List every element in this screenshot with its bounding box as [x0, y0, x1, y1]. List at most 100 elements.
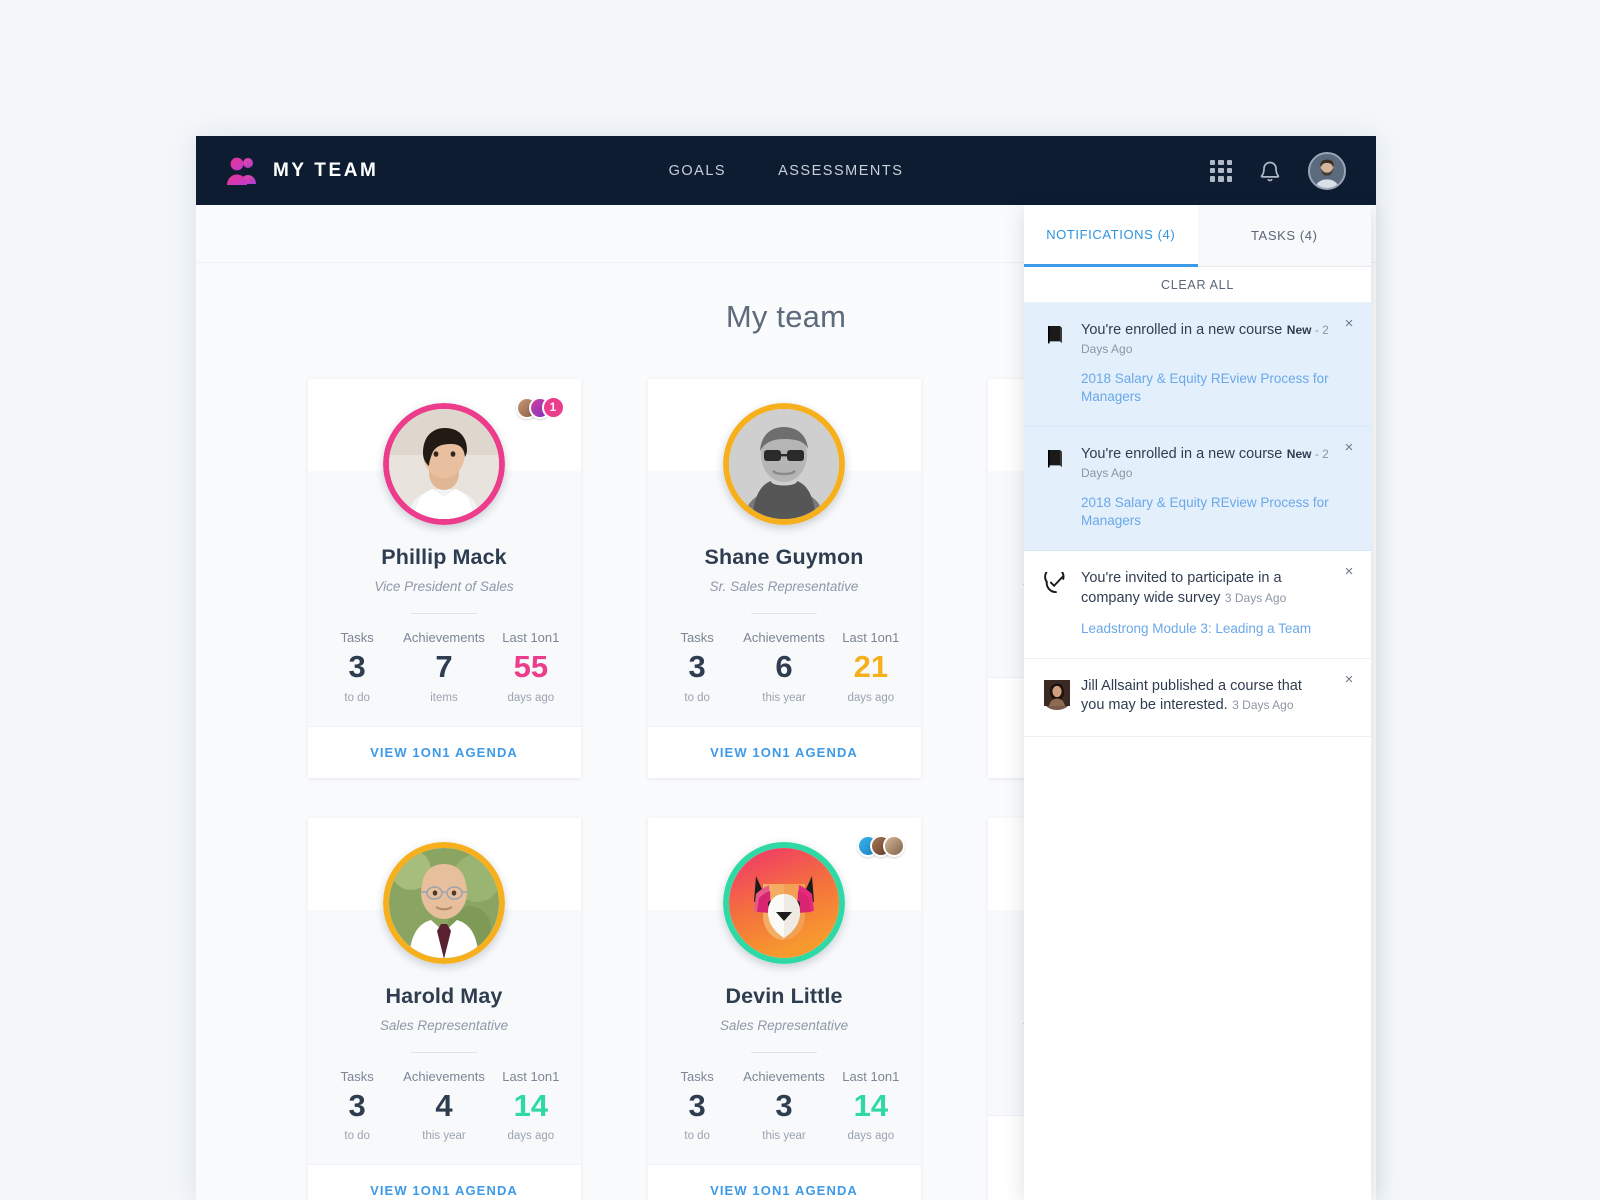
notifications-list: × You're enrolled in a new course New - … — [1024, 303, 1371, 1200]
stat-value: 4 — [435, 1087, 453, 1123]
clear-all-button[interactable]: CLEAR ALL — [1024, 267, 1371, 303]
brand-title: MY TEAM — [273, 159, 379, 181]
card-header — [647, 817, 921, 964]
screen-root: MY TEAM GOALS ASSESSMENTS My team 1 Phil… — [0, 0, 1600, 1200]
view-agenda-link[interactable]: VIEW 1ON1 AGENDA — [370, 1183, 518, 1198]
member-role: Sr. Sales Representative — [709, 579, 859, 594]
notification-item[interactable]: × Jill Allsaint published a course that — [1024, 659, 1371, 737]
stat-label: Achievements — [403, 1068, 485, 1084]
member-name: Shane Guymon — [704, 545, 864, 569]
bell-icon[interactable] — [1258, 158, 1282, 184]
member-photo — [383, 403, 505, 525]
user-avatar-icon — [1044, 677, 1070, 716]
view-agenda-link[interactable]: VIEW 1ON1 AGENDA — [710, 1183, 858, 1198]
stat-value: 21 — [853, 649, 889, 684]
notification-item[interactable]: × You're invited to participate in a com… — [1024, 551, 1371, 659]
card-header — [647, 379, 921, 525]
close-icon[interactable]: × — [1341, 671, 1357, 688]
stat-sub: days ago — [847, 691, 895, 704]
photo-image — [729, 409, 839, 519]
stat-sub: this year — [422, 1130, 466, 1143]
tab-tasks[interactable]: TASKS (4) — [1197, 205, 1371, 267]
stat-value: 3 — [688, 1087, 706, 1123]
brand[interactable]: MY TEAM — [226, 156, 378, 186]
photo-image — [389, 409, 499, 519]
member-card[interactable]: Shane Guymon Sr. Sales Representative Ta… — [647, 379, 921, 778]
view-agenda-link[interactable]: VIEW 1ON1 AGENDA — [370, 745, 518, 760]
apps-grid-icon[interactable] — [1210, 159, 1232, 182]
stat-label: Tasks — [680, 1068, 714, 1084]
member-card[interactable]: Harold May Sales Representative Tasks 3 … — [307, 817, 581, 1200]
stat-value: 3 — [348, 1087, 366, 1123]
card-header — [307, 817, 581, 964]
divider — [751, 1051, 817, 1053]
avatar-stack[interactable]: 1 — [515, 396, 565, 419]
book-icon — [1044, 321, 1068, 406]
member-stats: Tasks 3 to do Achievements 4 this year L… — [308, 1069, 581, 1143]
notification-link[interactable]: 2018 Salary & Equity REview Process for … — [1081, 494, 1329, 530]
card-header: 1 — [307, 379, 581, 525]
stat-sub: this year — [762, 691, 806, 704]
member-photo — [723, 841, 845, 964]
notification-meta: 3 Days Ago — [1232, 698, 1293, 712]
tab-notifications[interactable]: NOTIFICATIONS (4) — [1024, 205, 1198, 267]
profile-avatar[interactable] — [1308, 151, 1346, 190]
stat-sub: days ago — [507, 1130, 555, 1143]
stat-tasks: Tasks 3 to do — [655, 630, 739, 704]
member-role: Vice President of Sales — [374, 579, 514, 594]
member-card[interactable]: 1 Phillip Mack Vice President of Sales T… — [307, 379, 581, 778]
member-photo — [723, 403, 845, 525]
meta-separator: - — [1311, 447, 1323, 462]
close-icon[interactable]: × — [1341, 564, 1357, 580]
photo-image — [729, 847, 839, 958]
stat-value: 14 — [513, 1087, 549, 1123]
notification-content: You're enrolled in a new course New - 2 … — [1081, 321, 1329, 406]
stat-value: 6 — [775, 649, 793, 684]
avatar — [1044, 679, 1070, 710]
notification-item[interactable]: × You're enrolled in a new course New - … — [1024, 303, 1371, 428]
avatar-stack[interactable] — [856, 834, 905, 857]
notification-title: You're enrolled in a new course — [1081, 322, 1283, 338]
nav-link-goals[interactable]: GOALS — [669, 163, 726, 179]
stat-sub: this year — [762, 1130, 806, 1143]
stat-last-1on1: Last 1on1 21 days ago — [829, 630, 913, 704]
notifications-tabs: NOTIFICATIONS (4) TASKS (4) — [1024, 205, 1371, 267]
notification-link[interactable]: 2018 Salary & Equity REview Process for … — [1081, 370, 1329, 406]
stat-value: 55 — [513, 649, 549, 684]
divider — [751, 613, 817, 614]
notification-link[interactable]: Leadstrong Module 3: Leading a Team — [1081, 620, 1329, 638]
stat-label: Achievements — [743, 1068, 825, 1084]
stat-label: Achievements — [403, 630, 485, 645]
member-photo — [383, 841, 505, 964]
close-icon[interactable]: × — [1341, 440, 1357, 456]
member-name: Phillip Mack — [381, 545, 507, 569]
stat-sub: items — [430, 691, 458, 704]
view-agenda-link[interactable]: VIEW 1ON1 AGENDA — [710, 745, 858, 760]
check-circle-icon — [1044, 566, 1068, 638]
stat-achievements: Achievements 6 this year — [739, 630, 829, 704]
photo-image — [389, 847, 499, 958]
notification-item[interactable]: × You're enrolled in a new course New - … — [1024, 427, 1371, 552]
card-footer: VIEW 1ON1 AGENDA — [307, 725, 581, 778]
stat-label: Tasks — [340, 630, 374, 645]
notification-time: 3 Days Ago — [1232, 698, 1294, 713]
stat-last-1on1: Last 1on1 14 days ago — [489, 1069, 573, 1143]
member-card[interactable]: Devin Little Sales Representative Tasks … — [647, 817, 921, 1200]
stat-value: 7 — [435, 649, 453, 684]
stat-label: Tasks — [680, 630, 714, 645]
notification-meta: 3 Days Ago — [1225, 591, 1286, 605]
notification-content: Jill Allsaint published a course that yo… — [1081, 677, 1329, 716]
notification-content: You're enrolled in a new course New - 2 … — [1081, 445, 1329, 530]
member-role: Sales Representative — [379, 1017, 509, 1033]
stat-last-1on1: Last 1on1 55 days ago — [489, 630, 573, 704]
nav-link-assessments[interactable]: ASSESSMENTS — [778, 163, 903, 179]
close-icon[interactable]: × — [1341, 316, 1357, 332]
stack-avatar — [882, 834, 905, 857]
stat-achievements: Achievements 4 this year — [399, 1069, 489, 1143]
notification-title: You're enrolled in a new course — [1081, 446, 1283, 463]
divider — [411, 613, 477, 614]
notifications-panel: NOTIFICATIONS (4) TASKS (4) CLEAR ALL × … — [1024, 205, 1371, 1200]
stat-value: 3 — [348, 649, 366, 684]
stat-sub: to do — [684, 1130, 710, 1143]
stat-tasks: Tasks 3 to do — [315, 1069, 399, 1143]
